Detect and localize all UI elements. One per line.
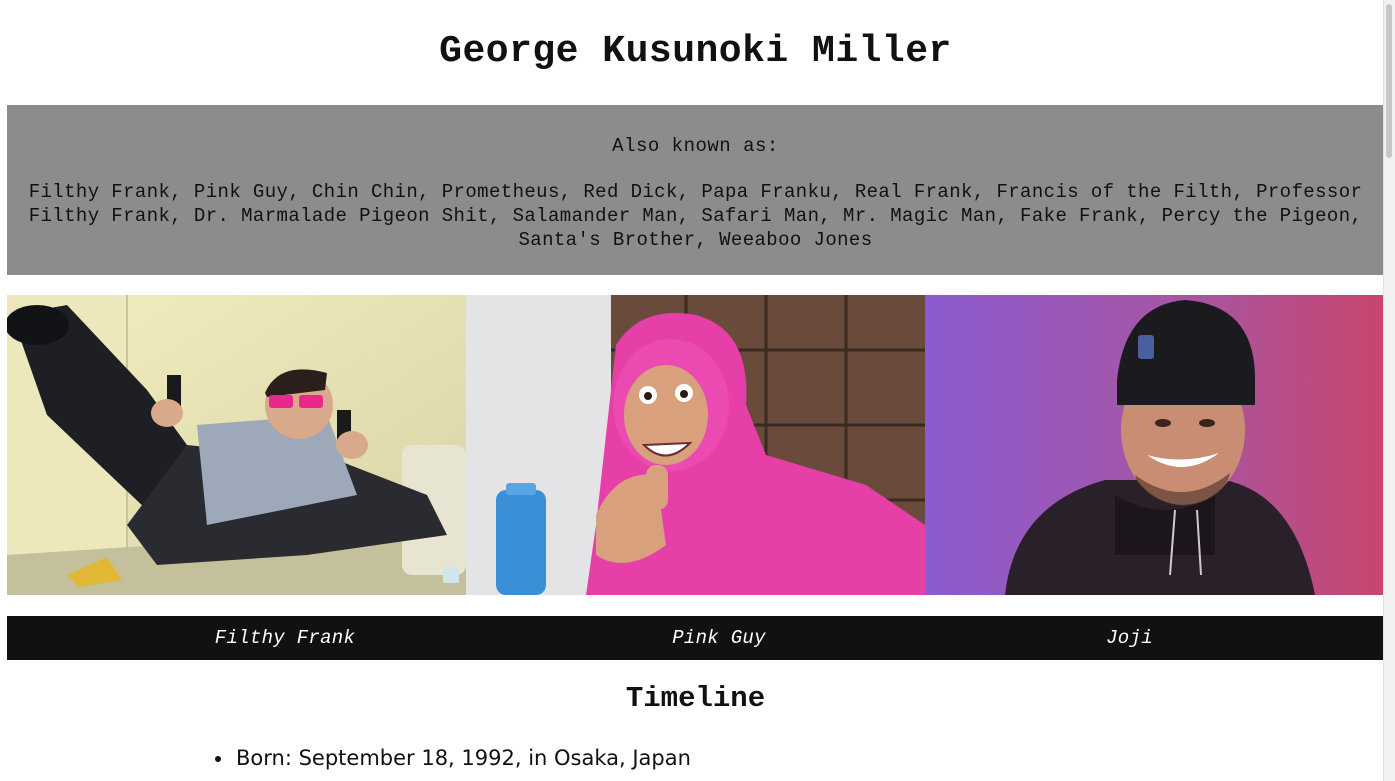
vertical-scrollbar[interactable]	[1383, 0, 1395, 781]
joji-illustration	[925, 295, 1384, 595]
pink-guy-illustration	[466, 295, 925, 595]
page-title: George Kusunoki Miller	[439, 30, 952, 73]
joji-photo	[925, 295, 1384, 595]
page: George Kusunoki Miller Also known as: Fi…	[0, 0, 1384, 781]
aliases-heading: Also known as:	[612, 135, 779, 157]
timeline-item: Born: September 18, 1992, in Osaka, Japa…	[212, 743, 691, 773]
photo-captions: Filthy Frank Pink Guy Joji	[7, 616, 1384, 660]
filthy-frank-illustration	[7, 295, 466, 595]
aliases-panel: Also known as: Filthy Frank, Pink Guy, C…	[7, 105, 1384, 275]
caption-filthy-frank: Filthy Frank	[214, 627, 356, 649]
filthy-frank-photo	[7, 295, 466, 595]
scrollbar-thumb[interactable]	[1386, 4, 1392, 158]
timeline-list: Born: September 18, 1992, in Osaka, Japa…	[212, 743, 691, 773]
caption-pink-guy: Pink Guy	[672, 627, 766, 649]
timeline-item-text: Born: September 18, 1992, in Osaka, Japa…	[236, 746, 691, 770]
aliases-list: Filthy Frank, Pink Guy, Chin Chin, Prome…	[28, 181, 1363, 251]
photo-gallery	[7, 295, 1384, 595]
pink-guy-photo	[466, 295, 925, 595]
caption-joji: Joji	[1106, 627, 1153, 649]
bullet-icon	[215, 756, 221, 762]
timeline-heading: Timeline	[625, 682, 766, 715]
